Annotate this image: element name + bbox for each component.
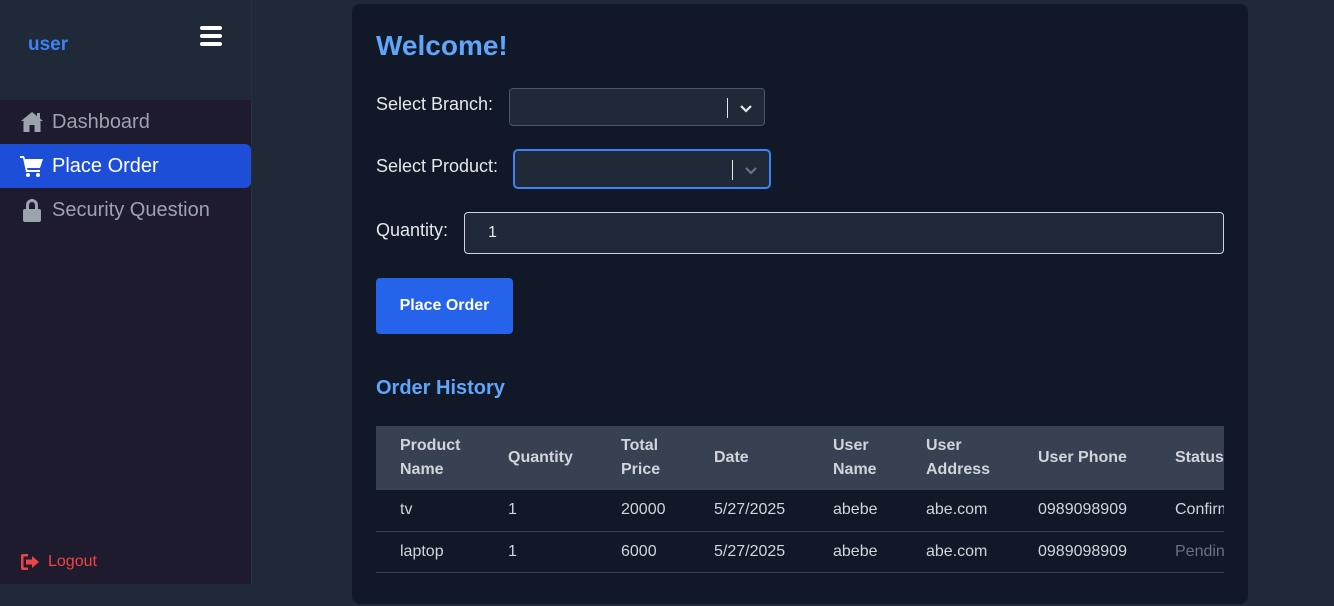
product-label: Select Product: <box>376 156 499 176</box>
table-cell: 5/27/2025 <box>714 501 786 519</box>
table-cell: 5/27/2025 <box>714 542 786 560</box>
table-row: laptop 1 6000 5/27/2025 abebe abe.com 09… <box>376 531 1224 572</box>
sidebar-item-label: Security Question <box>52 198 210 221</box>
chevron-down-icon <box>745 167 757 175</box>
select-separator <box>732 160 733 180</box>
table-header-row: Product Name Quantity Total Price Date U… <box>376 426 1224 490</box>
column-header: Product Name <box>400 437 461 478</box>
table-cell: abebe <box>833 501 878 519</box>
table-cell: abebe <box>833 542 878 560</box>
table-cell: 0989098909 <box>1038 501 1127 519</box>
product-select[interactable] <box>514 150 770 188</box>
column-header: User Name <box>833 437 877 478</box>
table-cell: tv <box>400 501 413 519</box>
logout-button[interactable]: Logout <box>20 552 97 572</box>
home-icon <box>20 110 44 134</box>
column-header: Total Price <box>621 437 661 478</box>
sidebar-header: user <box>0 0 251 100</box>
quantity-label: Quantity: <box>376 220 449 240</box>
sidebar: user Dashboard Place Order Security Ques… <box>0 0 252 584</box>
branch-label: Select Branch: <box>376 94 494 114</box>
sidebar-item-place-order[interactable]: Place Order <box>0 144 251 188</box>
order-history-title: Order History <box>376 377 505 399</box>
sidebar-item-label: Dashboard <box>52 110 150 133</box>
column-header: User Address <box>926 437 991 478</box>
table-row <box>376 572 1224 606</box>
status-cell: Pendin <box>1175 542 1224 560</box>
table-cell: 1 <box>508 501 517 519</box>
chevron-down-icon <box>740 105 752 113</box>
sidebar-item-label: Place Order <box>52 154 159 177</box>
sidebar-item-security-question[interactable]: Security Question <box>0 188 251 232</box>
table-cell: 1 <box>508 542 517 560</box>
brand-label: user <box>28 34 69 55</box>
cart-icon <box>20 154 44 178</box>
table-cell: 0989098909 <box>1038 542 1127 560</box>
table-cell: abe.com <box>926 501 988 519</box>
sidebar-item-dashboard[interactable]: Dashboard <box>0 100 251 144</box>
table-cell: laptop <box>400 542 444 560</box>
branch-select[interactable] <box>509 88 765 126</box>
logout-label: Logout <box>48 553 97 570</box>
column-header: Date <box>714 449 749 466</box>
lock-icon <box>20 198 44 222</box>
place-order-button[interactable]: Place Order <box>376 278 513 334</box>
quantity-input[interactable] <box>464 212 1224 254</box>
logout-icon <box>20 552 40 572</box>
table-cell: 20000 <box>621 501 666 519</box>
order-history-table: Product Name Quantity Total Price Date U… <box>376 426 1224 606</box>
status-cell: Confirm <box>1175 501 1224 519</box>
order-card: Welcome! Select Branch: Select Product: … <box>352 4 1248 604</box>
column-header: Quantity <box>508 449 573 466</box>
column-header: Status <box>1175 449 1224 466</box>
table-cell: abe.com <box>926 542 988 560</box>
table-cell: 6000 <box>621 542 657 560</box>
table-row: tv 1 20000 5/27/2025 abebe abe.com 09890… <box>376 490 1224 531</box>
hamburger-menu-icon[interactable] <box>200 26 222 46</box>
select-separator <box>727 98 728 118</box>
column-header: User Phone <box>1038 449 1127 466</box>
page-title: Welcome! <box>376 30 508 61</box>
